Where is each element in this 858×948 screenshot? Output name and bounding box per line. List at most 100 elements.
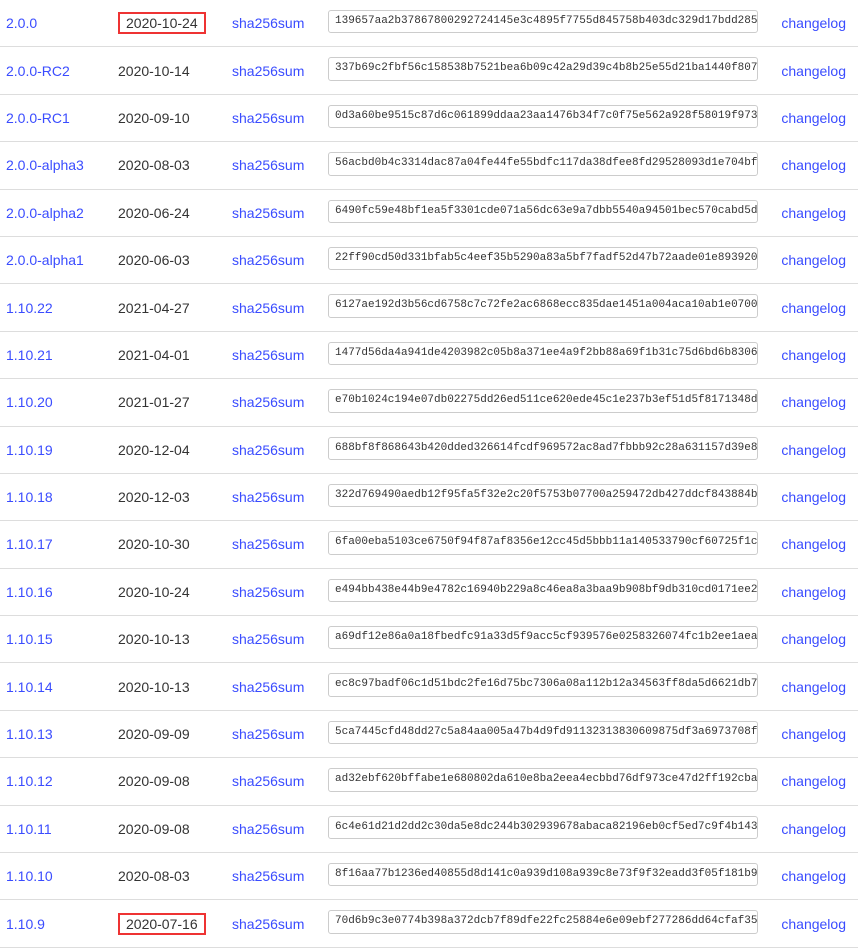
changelog-link[interactable]: changelog: [781, 347, 846, 363]
version-link[interactable]: 1.10.15: [6, 631, 53, 647]
table-row: 1.10.172020-10-30sha256sum6fa00eba5103ce…: [0, 521, 858, 568]
sha256-hash[interactable]: 70d6b9c3e0774b398a372dcb7f89dfe22fc25884…: [328, 910, 758, 933]
table-row: 1.10.212021-04-01sha256sum1477d56da4a941…: [0, 331, 858, 378]
table-row: 2.0.0-alpha32020-08-03sha256sum56acbd0b4…: [0, 142, 858, 189]
release-date: 2020-07-16: [118, 913, 206, 935]
changelog-link[interactable]: changelog: [781, 157, 846, 173]
changelog-link[interactable]: changelog: [781, 916, 846, 932]
release-date: 2020-09-09: [118, 726, 190, 742]
table-row: 1.10.16 2020-10-24 sha256sum e494bb438e44b9…: [0, 568, 858, 615]
sha256sum-link[interactable]: sha256sum: [228, 347, 304, 363]
sha256-hash[interactable]: 322d769490aedb12f95fa5f32e2c20f5753b0770…: [328, 484, 758, 507]
changelog-link[interactable]: changelog: [781, 536, 846, 552]
changelog-link[interactable]: changelog: [781, 489, 846, 505]
version-link[interactable]: 1.10.16: [6, 584, 53, 600]
sha256-hash[interactable]: 8f16aa77b1236ed40855d8d141c0a939d108a939…: [328, 863, 758, 886]
sha256-hash[interactable]: e494bb438e44b9e4782c16940b229a8c46ea8a3b…: [328, 579, 758, 602]
sha256sum-link[interactable]: sha256sum: [228, 773, 304, 789]
sha256sum-link[interactable]: sha256sum: [228, 679, 304, 695]
table-row: 1.10.9 2020-07-16 sha256sum 70d6b9c3e0774b3…: [0, 900, 858, 947]
sha256sum-link[interactable]: sha256sum: [228, 631, 304, 647]
table-row: 1.10.12 2020-09-08 sha256sum ad32ebf620bffa…: [0, 758, 858, 805]
changelog-link[interactable]: changelog: [781, 726, 846, 742]
sha256sum-link[interactable]: sha256sum: [228, 110, 304, 126]
changelog-link[interactable]: changelog: [781, 15, 846, 31]
changelog-link[interactable]: changelog: [781, 110, 846, 126]
changelog-link[interactable]: changelog: [781, 584, 846, 600]
table-row: 2.0.0-alpha1 2020-06-03 sha256sum 22ff90cd5…: [0, 236, 858, 283]
version-link[interactable]: 1.10.12: [6, 773, 53, 789]
version-link[interactable]: 1.10.13: [6, 726, 53, 742]
version-link[interactable]: 2.0.0-RC1: [6, 110, 70, 126]
changelog-link[interactable]: changelog: [781, 442, 846, 458]
sha256-hash[interactable]: 5ca7445cfd48dd27c5a84aa005a47b4d9fd91132…: [328, 721, 758, 744]
sha256-hash[interactable]: 56acbd0b4c3314dac87a04fe44fe55bdfc117da3…: [328, 152, 758, 175]
sha256-hash[interactable]: 6c4e61d21d2dd2c30da5e8dc244b302939678aba…: [328, 816, 758, 839]
sha256sum-link[interactable]: sha256sum: [228, 300, 304, 316]
version-link[interactable]: 1.10.20: [6, 394, 53, 410]
changelog-link[interactable]: changelog: [781, 63, 846, 79]
version-link[interactable]: 2.0.0-RC2: [6, 63, 70, 79]
version-link[interactable]: 1.10.9: [6, 916, 45, 932]
sha256sum-link[interactable]: sha256sum: [228, 394, 304, 410]
changelog-link[interactable]: changelog: [781, 821, 846, 837]
release-date: 2020-09-08: [118, 773, 190, 789]
sha256-hash[interactable]: 6490fc59e48bf1ea5f3301cde071a56dc63e9a7d…: [328, 200, 758, 223]
sha256sum-link[interactable]: sha256sum: [228, 442, 304, 458]
changelog-link[interactable]: changelog: [781, 631, 846, 647]
sha256sum-link[interactable]: sha256sum: [228, 205, 304, 221]
changelog-link[interactable]: changelog: [781, 773, 846, 789]
sha256-hash[interactable]: 6fa00eba5103ce6750f94f87af8356e12cc45d5b…: [328, 531, 758, 554]
version-link[interactable]: 1.10.18: [6, 489, 53, 505]
sha256-hash[interactable]: 139657aa2b37867800292724145e3c4895f7755d…: [328, 10, 758, 33]
sha256sum-link[interactable]: sha256sum: [228, 489, 304, 505]
sha256-hash[interactable]: a69df12e86a0a18fbedfc91a33d5f9acc5cf9395…: [328, 626, 758, 649]
version-link[interactable]: 2.0.0-alpha3: [6, 157, 84, 173]
sha256sum-link[interactable]: sha256sum: [228, 536, 304, 552]
table-row: 1.10.142020-10-13sha256sumec8c97badf06c1…: [0, 663, 858, 710]
sha256sum-link[interactable]: sha256sum: [228, 252, 304, 268]
version-link[interactable]: 1.10.14: [6, 679, 53, 695]
table-row: 1.10.13 2020-09-09 sha256sum 5ca7445cfd48dd…: [0, 710, 858, 757]
version-link[interactable]: 1.10.19: [6, 442, 53, 458]
sha256sum-link[interactable]: sha256sum: [228, 726, 304, 742]
sha256-hash[interactable]: 688bf8f868643b420dded326614fcdf969572ac8…: [328, 437, 758, 460]
changelog-link[interactable]: changelog: [781, 252, 846, 268]
sha256-hash[interactable]: 6127ae192d3b56cd6758c7c72fe2ac6868ecc835…: [328, 294, 758, 317]
version-link[interactable]: 1.10.21: [6, 347, 53, 363]
sha256-hash[interactable]: 1477d56da4a941de4203982c05b8a371ee4a9f2b…: [328, 342, 758, 365]
version-link[interactable]: 2.0.0-alpha2: [6, 205, 84, 221]
table-row: 2.0.02020-10-24sha256sum139657aa2b378678…: [0, 0, 858, 47]
sha256-hash[interactable]: 0d3a60be9515c87d6c061899ddaa23aa1476b34f…: [328, 105, 758, 128]
table-row: 1.10.182020-12-03sha256sum322d769490aedb…: [0, 473, 858, 520]
changelog-link[interactable]: changelog: [781, 868, 846, 884]
changelog-link[interactable]: changelog: [781, 205, 846, 221]
sha256sum-link[interactable]: sha256sum: [228, 157, 304, 173]
changelog-link[interactable]: changelog: [781, 679, 846, 695]
sha256sum-link[interactable]: sha256sum: [228, 916, 304, 932]
version-link[interactable]: 1.10.10: [6, 868, 53, 884]
sha256sum-link[interactable]: sha256sum: [228, 63, 304, 79]
sha256-hash[interactable]: ec8c97badf06c1d51bdc2fe16d75bc7306a08a11…: [328, 673, 758, 696]
sha256sum-link[interactable]: sha256sum: [228, 868, 304, 884]
version-link[interactable]: 2.0.0-alpha1: [6, 252, 84, 268]
table-row: 1.10.112020-09-08sha256sum6c4e61d21d2dd2…: [0, 805, 858, 852]
sha256-hash[interactable]: e70b1024c194e07db02275dd26ed511ce620ede4…: [328, 389, 758, 412]
release-date: 2020-06-03: [118, 252, 190, 268]
releases-table: 2.0.0 2020-10-24 sha256sum 139657aa2b378678…: [0, 0, 858, 948]
sha256-hash[interactable]: 22ff90cd50d331bfab5c4eef35b5290a83a5bf7f…: [328, 247, 758, 270]
sha256-hash[interactable]: ad32ebf620bffabe1e680802da610e8ba2eea4ec…: [328, 768, 758, 791]
release-date: 2020-09-10: [118, 110, 190, 126]
release-date: 2020-06-24: [118, 205, 190, 221]
version-link[interactable]: 2.0.0: [6, 15, 37, 31]
sha256sum-link[interactable]: sha256sum: [228, 15, 304, 31]
changelog-link[interactable]: changelog: [781, 394, 846, 410]
version-link[interactable]: 1.10.22: [6, 300, 53, 316]
changelog-link[interactable]: changelog: [781, 300, 846, 316]
sha256sum-link[interactable]: sha256sum: [228, 584, 304, 600]
sha256-hash[interactable]: 337b69c2fbf56c158538b7521bea6b09c42a29d3…: [328, 57, 758, 80]
version-link[interactable]: 1.10.17: [6, 536, 53, 552]
release-date: 2020-10-24: [118, 584, 190, 600]
version-link[interactable]: 1.10.11: [6, 821, 52, 837]
sha256sum-link[interactable]: sha256sum: [228, 821, 304, 837]
